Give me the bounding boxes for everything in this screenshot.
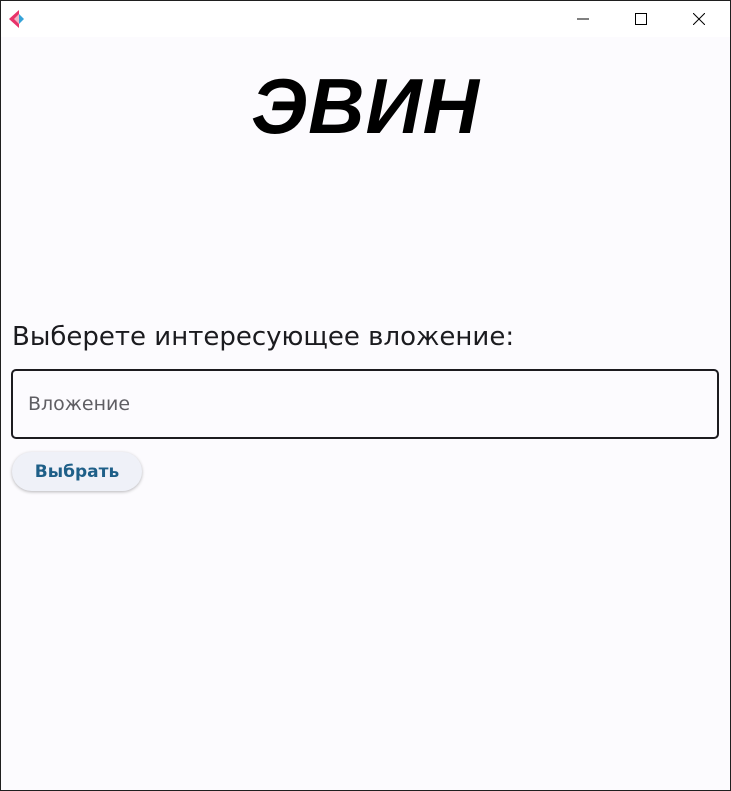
attachment-prompt-label: Выберете интересующее вложение: [12, 322, 515, 352]
close-button[interactable] [670, 1, 728, 37]
app-window: ЭВИН Выберете интересующее вложение: Выб… [0, 0, 731, 791]
close-icon [693, 13, 705, 25]
title-bar[interactable] [1, 1, 730, 37]
maximize-icon [635, 13, 647, 25]
attachment-input[interactable] [13, 371, 717, 437]
minimize-button[interactable] [554, 1, 612, 37]
app-title: ЭВИН [251, 62, 480, 150]
app-icon [9, 10, 24, 28]
main-content: ЭВИН Выберете интересующее вложение: Выб… [1, 37, 730, 790]
maximize-button[interactable] [612, 1, 670, 37]
minimize-icon [577, 18, 589, 20]
select-button[interactable]: Выбрать [12, 452, 142, 491]
attachment-field[interactable] [11, 369, 719, 439]
